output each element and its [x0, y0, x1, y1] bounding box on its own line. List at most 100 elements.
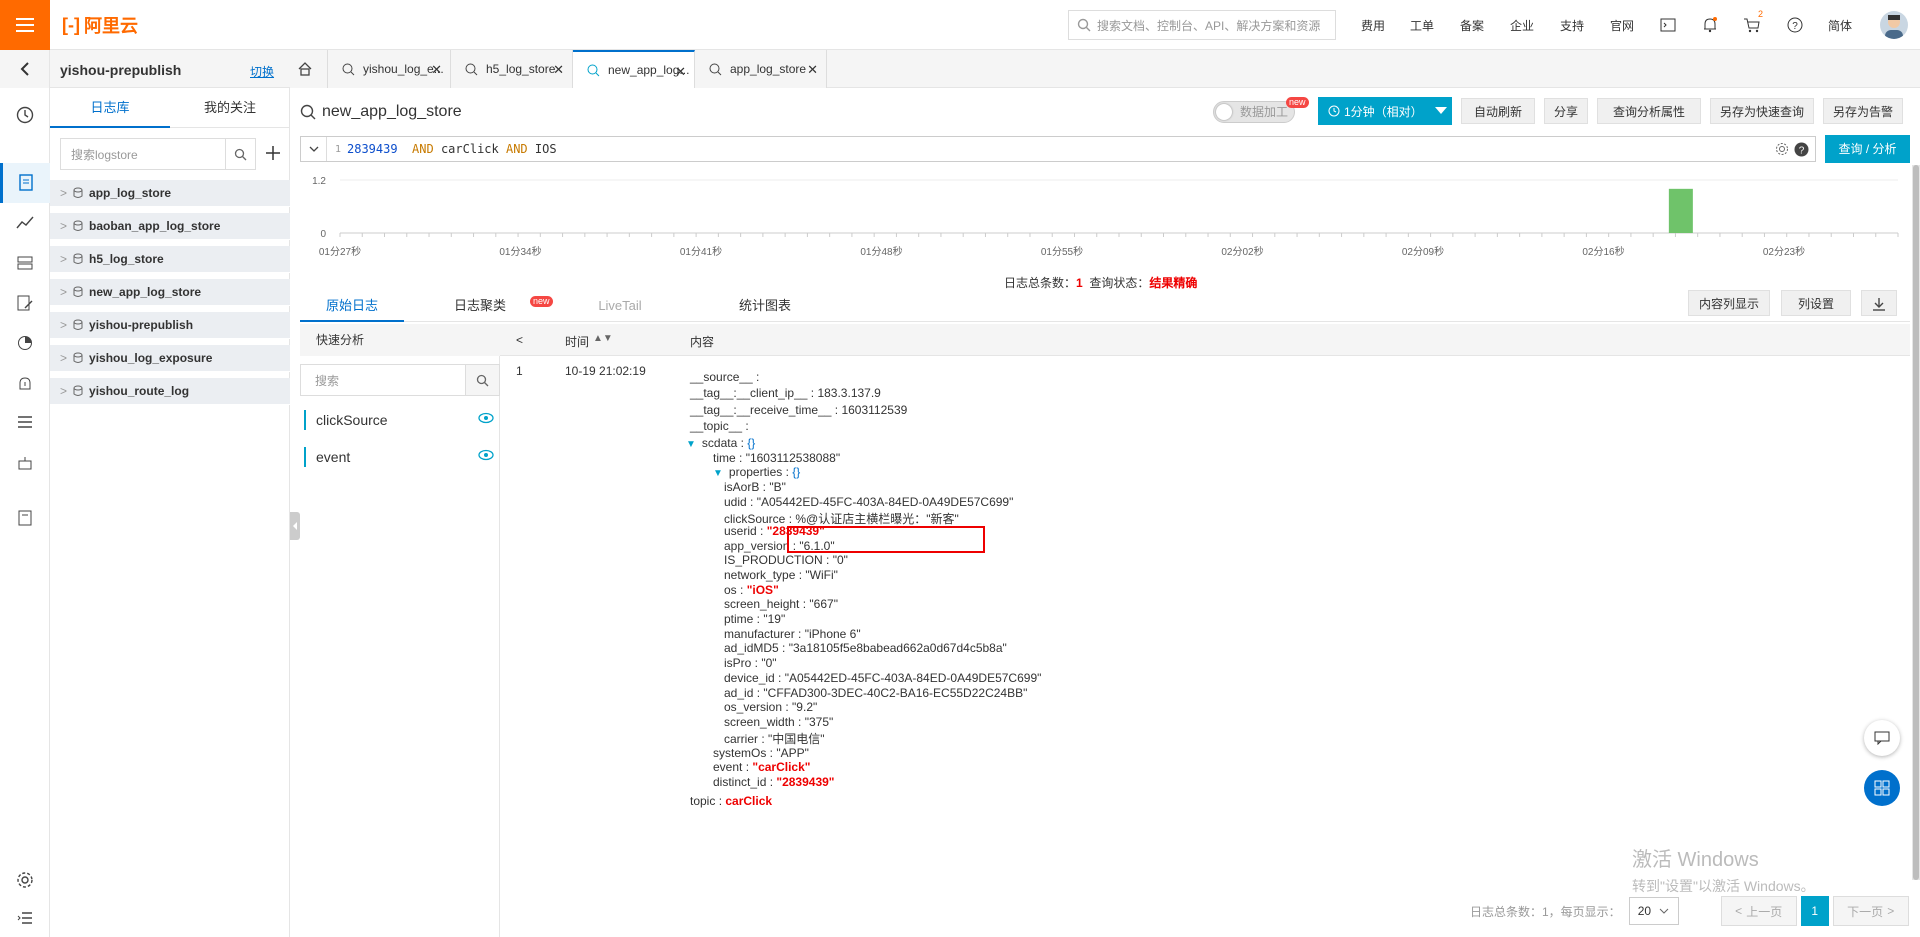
panel-collapse-handle[interactable] — [290, 512, 300, 540]
clock-icon[interactable] — [15, 105, 35, 125]
cart-icon[interactable]: 2 — [1742, 9, 1763, 35]
logstore-search-input[interactable]: 搜索logstore — [60, 138, 256, 170]
column-settings-button[interactable]: 列设置 — [1781, 290, 1851, 316]
time-range-button[interactable]: 1分钟（相对） — [1318, 97, 1452, 125]
field-value[interactable]: "2839439" — [776, 775, 834, 789]
query-editor[interactable]: 1 2839439 AND carClick AND IOS ? — [300, 136, 1816, 162]
avatar[interactable] — [1880, 11, 1908, 39]
field-value[interactable]: 183.3.137.9 — [817, 386, 880, 400]
global-search-input[interactable]: 搜索文档、控制台、API、解决方案和资源 — [1068, 10, 1336, 40]
collapse-menu-icon[interactable] — [15, 908, 35, 928]
tab-favorites[interactable]: 我的关注 — [170, 88, 290, 128]
chart-icon[interactable] — [15, 212, 35, 232]
field-search-input[interactable]: 搜索 — [300, 364, 500, 396]
eye-icon[interactable] — [478, 412, 494, 424]
field-value[interactable]: "iOS" — [747, 583, 779, 597]
tab-app-log-store[interactable]: app_log_store ✕ — [695, 50, 827, 88]
close-icon[interactable]: ✕ — [807, 62, 818, 78]
download-button[interactable] — [1861, 290, 1897, 316]
field-event[interactable]: event — [304, 447, 494, 467]
field-value[interactable]: "iPhone 6" — [805, 627, 861, 641]
field-value[interactable]: "9.2" — [792, 700, 817, 714]
field-value[interactable]: "375" — [805, 715, 834, 729]
data-transform-toggle[interactable]: 数据加工 — [1213, 101, 1295, 123]
logstore-item[interactable]: > app_log_store — [50, 180, 290, 207]
alarm-icon[interactable] — [15, 373, 35, 393]
back-button[interactable] — [0, 50, 50, 88]
nav-enterprise[interactable]: 企业 — [1510, 0, 1534, 50]
book-icon[interactable] — [15, 508, 35, 528]
chevron-right-icon[interactable]: > — [60, 318, 67, 332]
scrollbar-thumb[interactable] — [1913, 165, 1919, 880]
nav-ticket[interactable]: 工单 — [1410, 0, 1434, 50]
field-value[interactable]: "667" — [809, 597, 838, 611]
field-value[interactable]: "A05442ED-45FC-403A-84ED-0A49DE57C699" — [757, 495, 1014, 509]
save-quick-query-button[interactable]: 另存为快速查询 — [1710, 98, 1814, 124]
robot-icon[interactable] — [15, 453, 35, 473]
tab-logstores[interactable]: 日志库 — [50, 88, 170, 128]
home-tab[interactable] — [290, 50, 328, 88]
menu-button[interactable] — [0, 0, 50, 50]
query-props-button[interactable]: 查询分析属性 — [1597, 98, 1701, 124]
chevron-right-icon[interactable]: > — [60, 252, 67, 266]
field-search-button[interactable] — [465, 365, 499, 395]
edit-doc-icon[interactable] — [15, 293, 35, 313]
prev-page-button[interactable]: < 上一页 — [1720, 896, 1797, 926]
help-icon[interactable]: ? — [1785, 15, 1805, 35]
tab-raw-logs[interactable]: 原始日志 — [300, 292, 404, 322]
settings-icon[interactable] — [15, 870, 35, 890]
tab-yishou-log-exposure[interactable]: yishou_log_e... ✕ — [328, 50, 451, 88]
nav-official[interactable]: 官网 — [1610, 0, 1634, 50]
tab-livetail[interactable]: LiveTail — [570, 292, 670, 322]
apps-button[interactable] — [1864, 770, 1900, 806]
chevron-right-icon[interactable]: > — [60, 384, 67, 398]
field-value[interactable]: "APP" — [776, 746, 809, 760]
collapse-arrow-icon[interactable]: < — [516, 333, 523, 347]
expand-triangle-icon[interactable]: ▼ — [686, 439, 696, 450]
eye-icon[interactable] — [478, 449, 494, 461]
field-clicksource[interactable]: clickSource — [304, 410, 494, 430]
histogram-bar[interactable] — [1668, 188, 1693, 233]
col-time[interactable]: 时间 — [565, 333, 589, 350]
field-value[interactable]: "WiFi" — [805, 568, 838, 582]
chevron-right-icon[interactable]: > — [60, 285, 67, 299]
auto-refresh-button[interactable]: 自动刷新 — [1461, 98, 1535, 124]
field-value[interactable]: "中国电信" — [768, 732, 825, 746]
field-value[interactable]: "19" — [763, 612, 785, 626]
field-value[interactable]: "1603112538088" — [746, 451, 840, 465]
save-alarm-button[interactable]: 另存为告警 — [1823, 98, 1903, 124]
field-value[interactable]: "B" — [769, 480, 786, 494]
vertical-scrollbar[interactable] — [1912, 165, 1920, 880]
sort-icon[interactable]: ▲▼ — [593, 333, 613, 344]
share-button[interactable]: 分享 — [1544, 98, 1588, 124]
tab-h5-log-store[interactable]: h5_log_store ✕ — [451, 50, 573, 88]
field-value[interactable]: "0" — [833, 553, 848, 567]
logstore-item[interactable]: > new_app_log_store — [50, 279, 290, 306]
tab-log-cluster[interactable]: 日志聚类 — [430, 292, 530, 322]
nav-fee[interactable]: 费用 — [1361, 0, 1385, 50]
field-value[interactable]: "A05442ED-45FC-403A-84ED-0A49DE57C699" — [785, 671, 1042, 685]
query-history-dropdown[interactable] — [301, 137, 327, 161]
language-switch[interactable]: 简体 — [1828, 0, 1852, 50]
logstore-search-button[interactable] — [225, 139, 255, 169]
field-value[interactable]: "3a18105f5e8babead662a0d67d4c5b8a" — [789, 641, 1007, 655]
logstore-nav-icon[interactable] — [0, 163, 50, 203]
nav-icp[interactable]: 备案 — [1460, 0, 1484, 50]
logstore-item[interactable]: > yishou_route_log — [50, 378, 290, 405]
current-page[interactable]: 1 — [1800, 896, 1829, 926]
logstore-item[interactable]: > yishou-prepublish — [50, 312, 290, 339]
aliyun-logo[interactable]: [-] 阿里云 — [62, 13, 138, 37]
gear-icon[interactable] — [1775, 142, 1789, 156]
field-value[interactable]: {} — [747, 436, 755, 450]
tab-stats-chart[interactable]: 统计图表 — [715, 292, 815, 322]
next-page-button[interactable]: 下一页 > — [1832, 896, 1909, 926]
list-icon[interactable] — [15, 412, 35, 432]
tab-new-app-log-store[interactable]: new_app_log... ✕ — [573, 50, 695, 88]
add-logstore-button[interactable] — [262, 142, 284, 164]
terminal-icon[interactable] — [1658, 15, 1678, 35]
field-value[interactable]: "0" — [761, 656, 776, 670]
close-icon[interactable]: ✕ — [675, 64, 686, 80]
pie-chart-icon[interactable] — [15, 333, 35, 353]
chevron-right-icon[interactable]: > — [60, 351, 67, 365]
feedback-button[interactable] — [1864, 720, 1900, 756]
